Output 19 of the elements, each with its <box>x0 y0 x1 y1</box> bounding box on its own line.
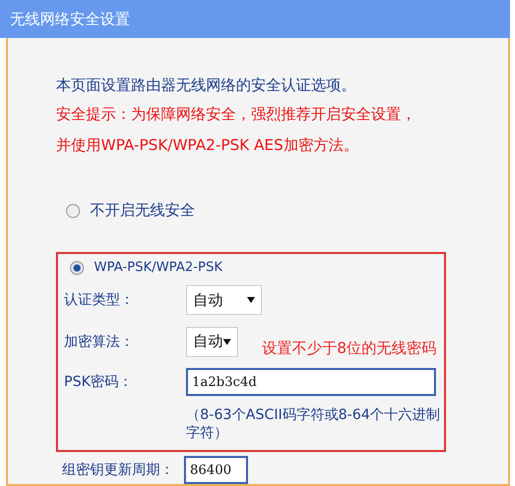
security-warning: 安全提示：为保障网络安全，强烈推荐开启安全设置，并使用WPA-PSK/WPA2-PSK AES加密方法。 <box>56 104 417 156</box>
caret-icon <box>223 338 231 344</box>
encryption-dropdown[interactable]: 自动 <box>186 326 238 356</box>
field-label: 认证类型： <box>64 291 135 309</box>
interval-field[interactable]: 86400 <box>184 456 248 484</box>
intro-text: 本页面设置路由器无线网络的安全认证选项。 <box>56 76 357 95</box>
password-field[interactable]: 1a2b3c4d <box>186 368 436 396</box>
radio-label: 不开启无线安全 <box>90 201 195 220</box>
annotation-text: 设置不少于8位的无线密码 <box>262 339 437 358</box>
window-title: 无线网络安全设置 <box>0 0 510 38</box>
radio-button[interactable] <box>70 260 84 274</box>
radio-button[interactable] <box>66 204 80 218</box>
field-label: 组密钥更新周期： <box>62 461 175 479</box>
field-label: 加密算法： <box>64 332 135 350</box>
caret-icon <box>247 297 255 303</box>
auth-type-dropdown[interactable]: 自动 <box>186 285 262 315</box>
radio-label: WPA-PSK/WPA2-PSK <box>94 260 222 275</box>
hint-text: （8-63个ASCII码字符或8-64个十六进制字符） <box>186 406 442 442</box>
field-label: PSK密码： <box>64 373 134 391</box>
